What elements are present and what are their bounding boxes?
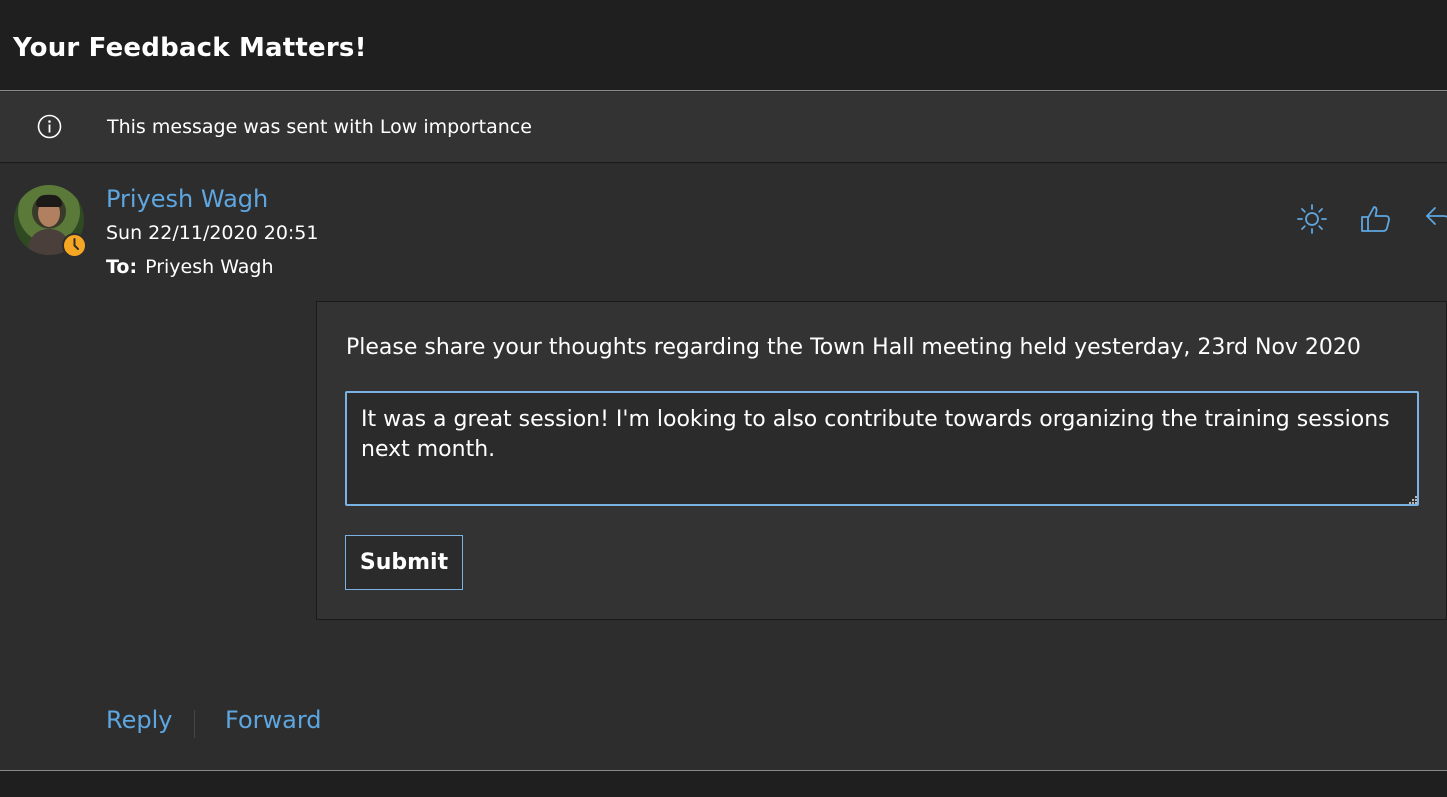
submit-button[interactable]: Submit	[345, 535, 463, 590]
info-icon	[37, 114, 62, 139]
recipient-line: To: Priyesh Wagh	[106, 256, 274, 278]
reply-button[interactable]: Reply	[106, 706, 172, 734]
sent-date: Sun 22/11/2020 20:51	[106, 222, 319, 244]
feedback-input[interactable]	[345, 391, 1419, 506]
recipient-name[interactable]: Priyesh Wagh	[145, 256, 273, 278]
thumbs-up-icon[interactable]	[1359, 202, 1393, 236]
clock-icon	[62, 233, 87, 258]
divider	[194, 710, 195, 738]
sender-name[interactable]: Priyesh Wagh	[106, 185, 268, 213]
forward-button[interactable]: Forward	[225, 706, 322, 734]
avatar-hair	[36, 195, 62, 207]
title-bar: Your Feedback Matters!	[0, 0, 1447, 91]
to-label: To:	[106, 256, 138, 278]
importance-info-bar: This message was sent with Low importanc…	[0, 92, 1447, 163]
sun-icon[interactable]	[1295, 202, 1329, 236]
page-title: Your Feedback Matters!	[13, 33, 367, 63]
feedback-prompt: Please share your thoughts regarding the…	[346, 335, 1361, 360]
resize-grip-icon[interactable]	[1407, 491, 1417, 504]
reply-icon[interactable]	[1423, 202, 1447, 236]
adaptive-card: Please share your thoughts regarding the…	[316, 301, 1447, 620]
bottom-bar	[0, 770, 1447, 797]
message-area: Priyesh Wagh Sun 22/11/2020 20:51 To: Pri…	[0, 164, 1447, 770]
importance-text: This message was sent with Low importanc…	[107, 116, 532, 138]
